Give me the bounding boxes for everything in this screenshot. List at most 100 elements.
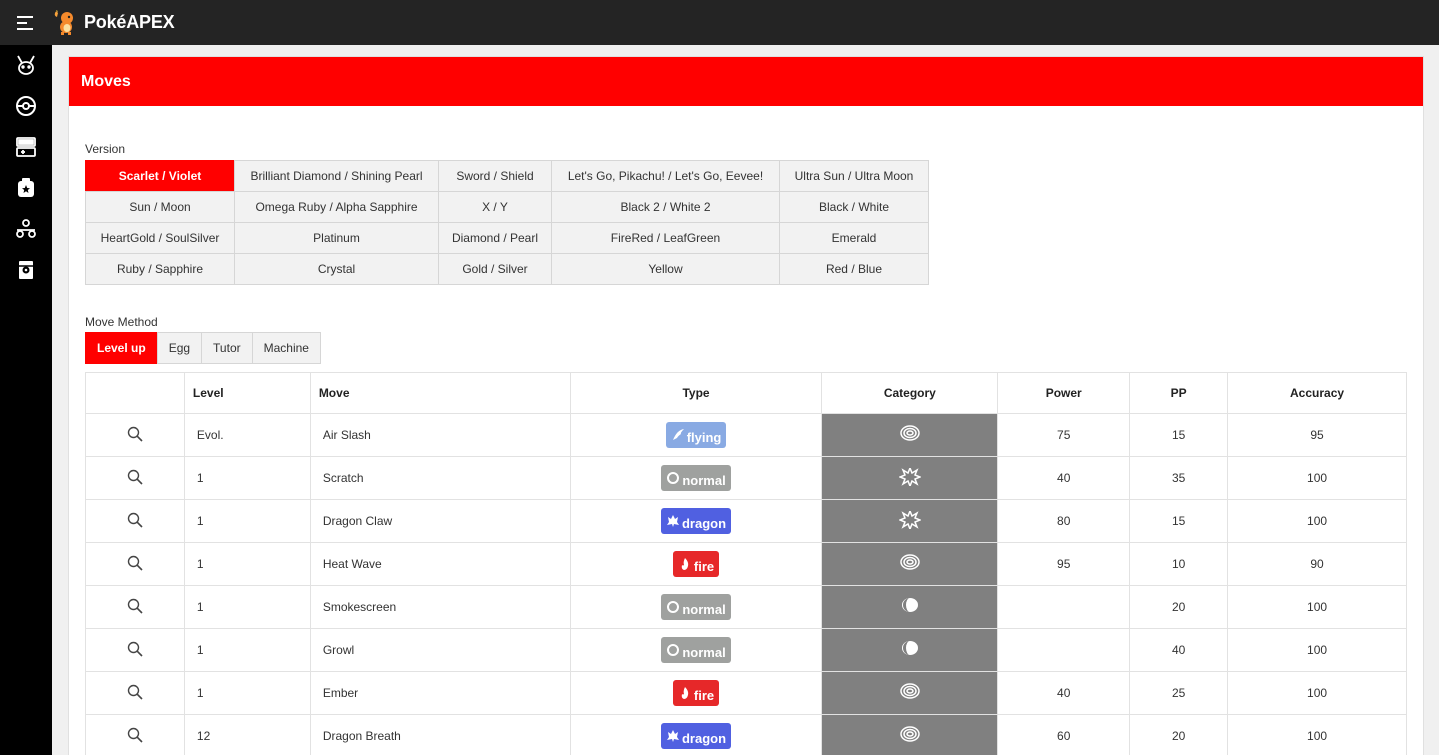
main-content: Moves Version Scarlet / Violet Brilliant … (52, 45, 1439, 755)
version-option-brilliant-diamond-shining-pearl[interactable]: Brilliant Diamond / Shining Pearl (234, 160, 439, 192)
column-header-accuracy[interactable]: Accuracy (1227, 372, 1407, 414)
sidebar-item-games[interactable] (0, 127, 52, 167)
type-badge-fire[interactable]: fire (672, 680, 720, 706)
type-badge-normal[interactable]: normal (661, 637, 731, 663)
status-category-icon (901, 640, 918, 655)
type-cell: dragon (569, 714, 823, 755)
column-header-category[interactable]: Category (821, 372, 999, 414)
version-option-ultra-sun-ultra-moon[interactable]: Ultra Sun / Ultra Moon (779, 160, 929, 192)
accuracy-cell: 100 (1227, 456, 1407, 500)
column-header-type[interactable]: Type (569, 372, 823, 414)
column-header-pp[interactable]: PP (1129, 372, 1229, 414)
category-cell (821, 413, 999, 457)
move-name-cell[interactable]: Scratch (309, 456, 571, 500)
version-option-black-white[interactable]: Black / White (779, 191, 929, 223)
move-name-cell[interactable]: Growl (309, 628, 571, 672)
pp-cell: 15 (1129, 413, 1229, 457)
pp-cell: 20 (1129, 585, 1229, 629)
version-option-scarlet-violet[interactable]: Scarlet / Violet (85, 160, 235, 192)
magnifier-icon[interactable] (127, 641, 143, 660)
version-option-sun-moon[interactable]: Sun / Moon (85, 191, 235, 223)
physical-category-icon (897, 465, 922, 488)
sidebar-item-team[interactable] (0, 209, 52, 249)
move-name-cell[interactable]: Dragon Claw (309, 499, 571, 543)
move-name-cell[interactable]: Heat Wave (309, 542, 571, 586)
normal-type-icon (667, 601, 680, 613)
type-badge-dragon[interactable]: dragon (660, 508, 732, 534)
flying-type-icon (672, 429, 684, 440)
app-title[interactable]: PokéAPEX (84, 12, 175, 33)
move-name-cell[interactable]: Air Slash (309, 413, 571, 457)
power-cell: 75 (997, 413, 1131, 457)
magnifier-icon[interactable] (127, 469, 143, 488)
special-category-icon (900, 553, 920, 570)
version-option-x-y[interactable]: X / Y (438, 191, 552, 223)
accuracy-cell: 95 (1227, 413, 1407, 457)
column-header-power[interactable]: Power (997, 372, 1131, 414)
type-badge-fire[interactable]: fire (672, 551, 720, 577)
sidebar-item-pokedex[interactable] (0, 250, 52, 290)
version-option-sword-shield[interactable]: Sword / Shield (438, 160, 552, 192)
moves-card: Moves Version Scarlet / Violet Brilliant … (68, 56, 1424, 755)
sidebar-item-items[interactable] (0, 168, 52, 208)
magnifier-icon[interactable] (127, 426, 143, 445)
sidebar-item-pokeballs[interactable] (0, 86, 52, 126)
type-label: normal (682, 601, 726, 617)
pp-cell: 15 (1129, 499, 1229, 543)
normal-type-icon (667, 472, 680, 484)
lookup-cell (85, 671, 185, 715)
pikachu-icon (17, 55, 35, 75)
method-option-egg[interactable]: Egg (156, 332, 203, 364)
type-badge-dragon[interactable]: dragon (660, 723, 732, 749)
fire-type-icon (681, 687, 689, 699)
move-method-label: Move Method (85, 315, 158, 329)
version-option-yellow[interactable]: Yellow (551, 253, 780, 285)
category-cell (821, 456, 999, 500)
accuracy-cell: 100 (1227, 671, 1407, 715)
column-header-move[interactable]: Move (309, 372, 571, 414)
magnifier-icon[interactable] (127, 512, 143, 531)
level-cell: 12 (183, 714, 311, 755)
lookup-cell (85, 585, 185, 629)
version-option-emerald[interactable]: Emerald (779, 222, 929, 254)
magnifier-icon[interactable] (127, 727, 143, 746)
special-category-icon (900, 424, 920, 441)
version-option-black-2-white-2[interactable]: Black 2 / White 2 (551, 191, 780, 223)
magnifier-icon[interactable] (127, 555, 143, 574)
method-option-tutor[interactable]: Tutor (201, 332, 253, 364)
pp-cell: 40 (1129, 628, 1229, 672)
hamburger-icon (17, 15, 33, 30)
category-cell (821, 499, 999, 543)
version-option-omega-ruby-alpha-sapphire[interactable]: Omega Ruby / Alpha Sapphire (234, 191, 439, 223)
version-option-platinum[interactable]: Platinum (234, 222, 439, 254)
version-option-red-blue[interactable]: Red / Blue (779, 253, 929, 285)
power-cell: 95 (997, 542, 1131, 586)
menu-toggle-button[interactable] (0, 0, 52, 45)
version-option-ruby-sapphire[interactable]: Ruby / Sapphire (85, 253, 235, 285)
magnifier-icon[interactable] (127, 684, 143, 703)
version-option-heartgold-soulsilver[interactable]: HeartGold / SoulSilver (85, 222, 235, 254)
dragon-type-icon (666, 515, 679, 527)
lookup-cell (85, 499, 185, 543)
type-badge-flying[interactable]: flying (665, 422, 727, 448)
lookup-cell (85, 413, 185, 457)
version-option-diamond-pearl[interactable]: Diamond / Pearl (438, 222, 552, 254)
type-label: flying (686, 429, 722, 445)
move-name-cell[interactable]: Ember (309, 671, 571, 715)
magnifier-icon[interactable] (127, 598, 143, 617)
version-option-gold-silver[interactable]: Gold / Silver (438, 253, 552, 285)
type-badge-normal[interactable]: normal (661, 465, 731, 491)
sidebar-item-pokemon[interactable] (0, 45, 52, 85)
move-name-cell[interactable]: Dragon Breath (309, 714, 571, 755)
version-option-firered-leafgreen[interactable]: FireRed / LeafGreen (551, 222, 780, 254)
move-name-cell[interactable]: Smokescreen (309, 585, 571, 629)
version-option-let-s-go-pikachu-let-s-go-eevee[interactable]: Let's Go, Pikachu! / Let's Go, Eevee! (551, 160, 780, 192)
method-option-level-up[interactable]: Level up (85, 332, 158, 364)
pokeball-icon (16, 96, 36, 116)
category-cell (821, 628, 999, 672)
version-option-crystal[interactable]: Crystal (234, 253, 439, 285)
column-header-level[interactable]: Level (183, 372, 311, 414)
fire-type-icon (681, 558, 689, 570)
type-badge-normal[interactable]: normal (661, 594, 731, 620)
method-option-machine[interactable]: Machine (251, 332, 321, 364)
